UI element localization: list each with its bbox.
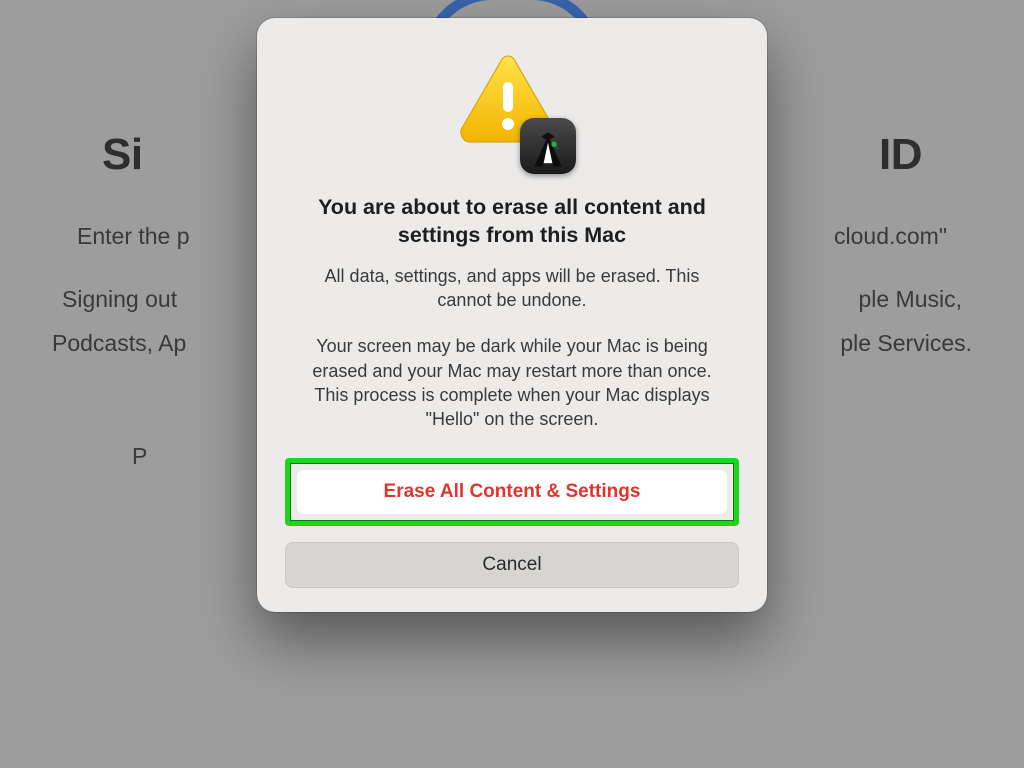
dialog-icon-stack	[452, 52, 572, 172]
erase-confirmation-dialog: You are about to erase all content and s…	[257, 18, 767, 612]
erase-button-highlight: Erase All Content & Settings	[285, 458, 739, 526]
dialog-body-secondary: Your screen may be dark while your Mac i…	[302, 334, 722, 431]
erase-all-button-label: Erase All Content & Settings	[384, 481, 641, 503]
cancel-button-label: Cancel	[482, 554, 541, 576]
dialog-body-primary: All data, settings, and apps will be era…	[302, 264, 722, 313]
cancel-button[interactable]: Cancel	[285, 542, 739, 588]
dialog-title: You are about to erase all content and s…	[297, 194, 727, 250]
erase-assistant-app-icon	[520, 118, 576, 174]
erase-all-button[interactable]: Erase All Content & Settings	[296, 469, 728, 515]
